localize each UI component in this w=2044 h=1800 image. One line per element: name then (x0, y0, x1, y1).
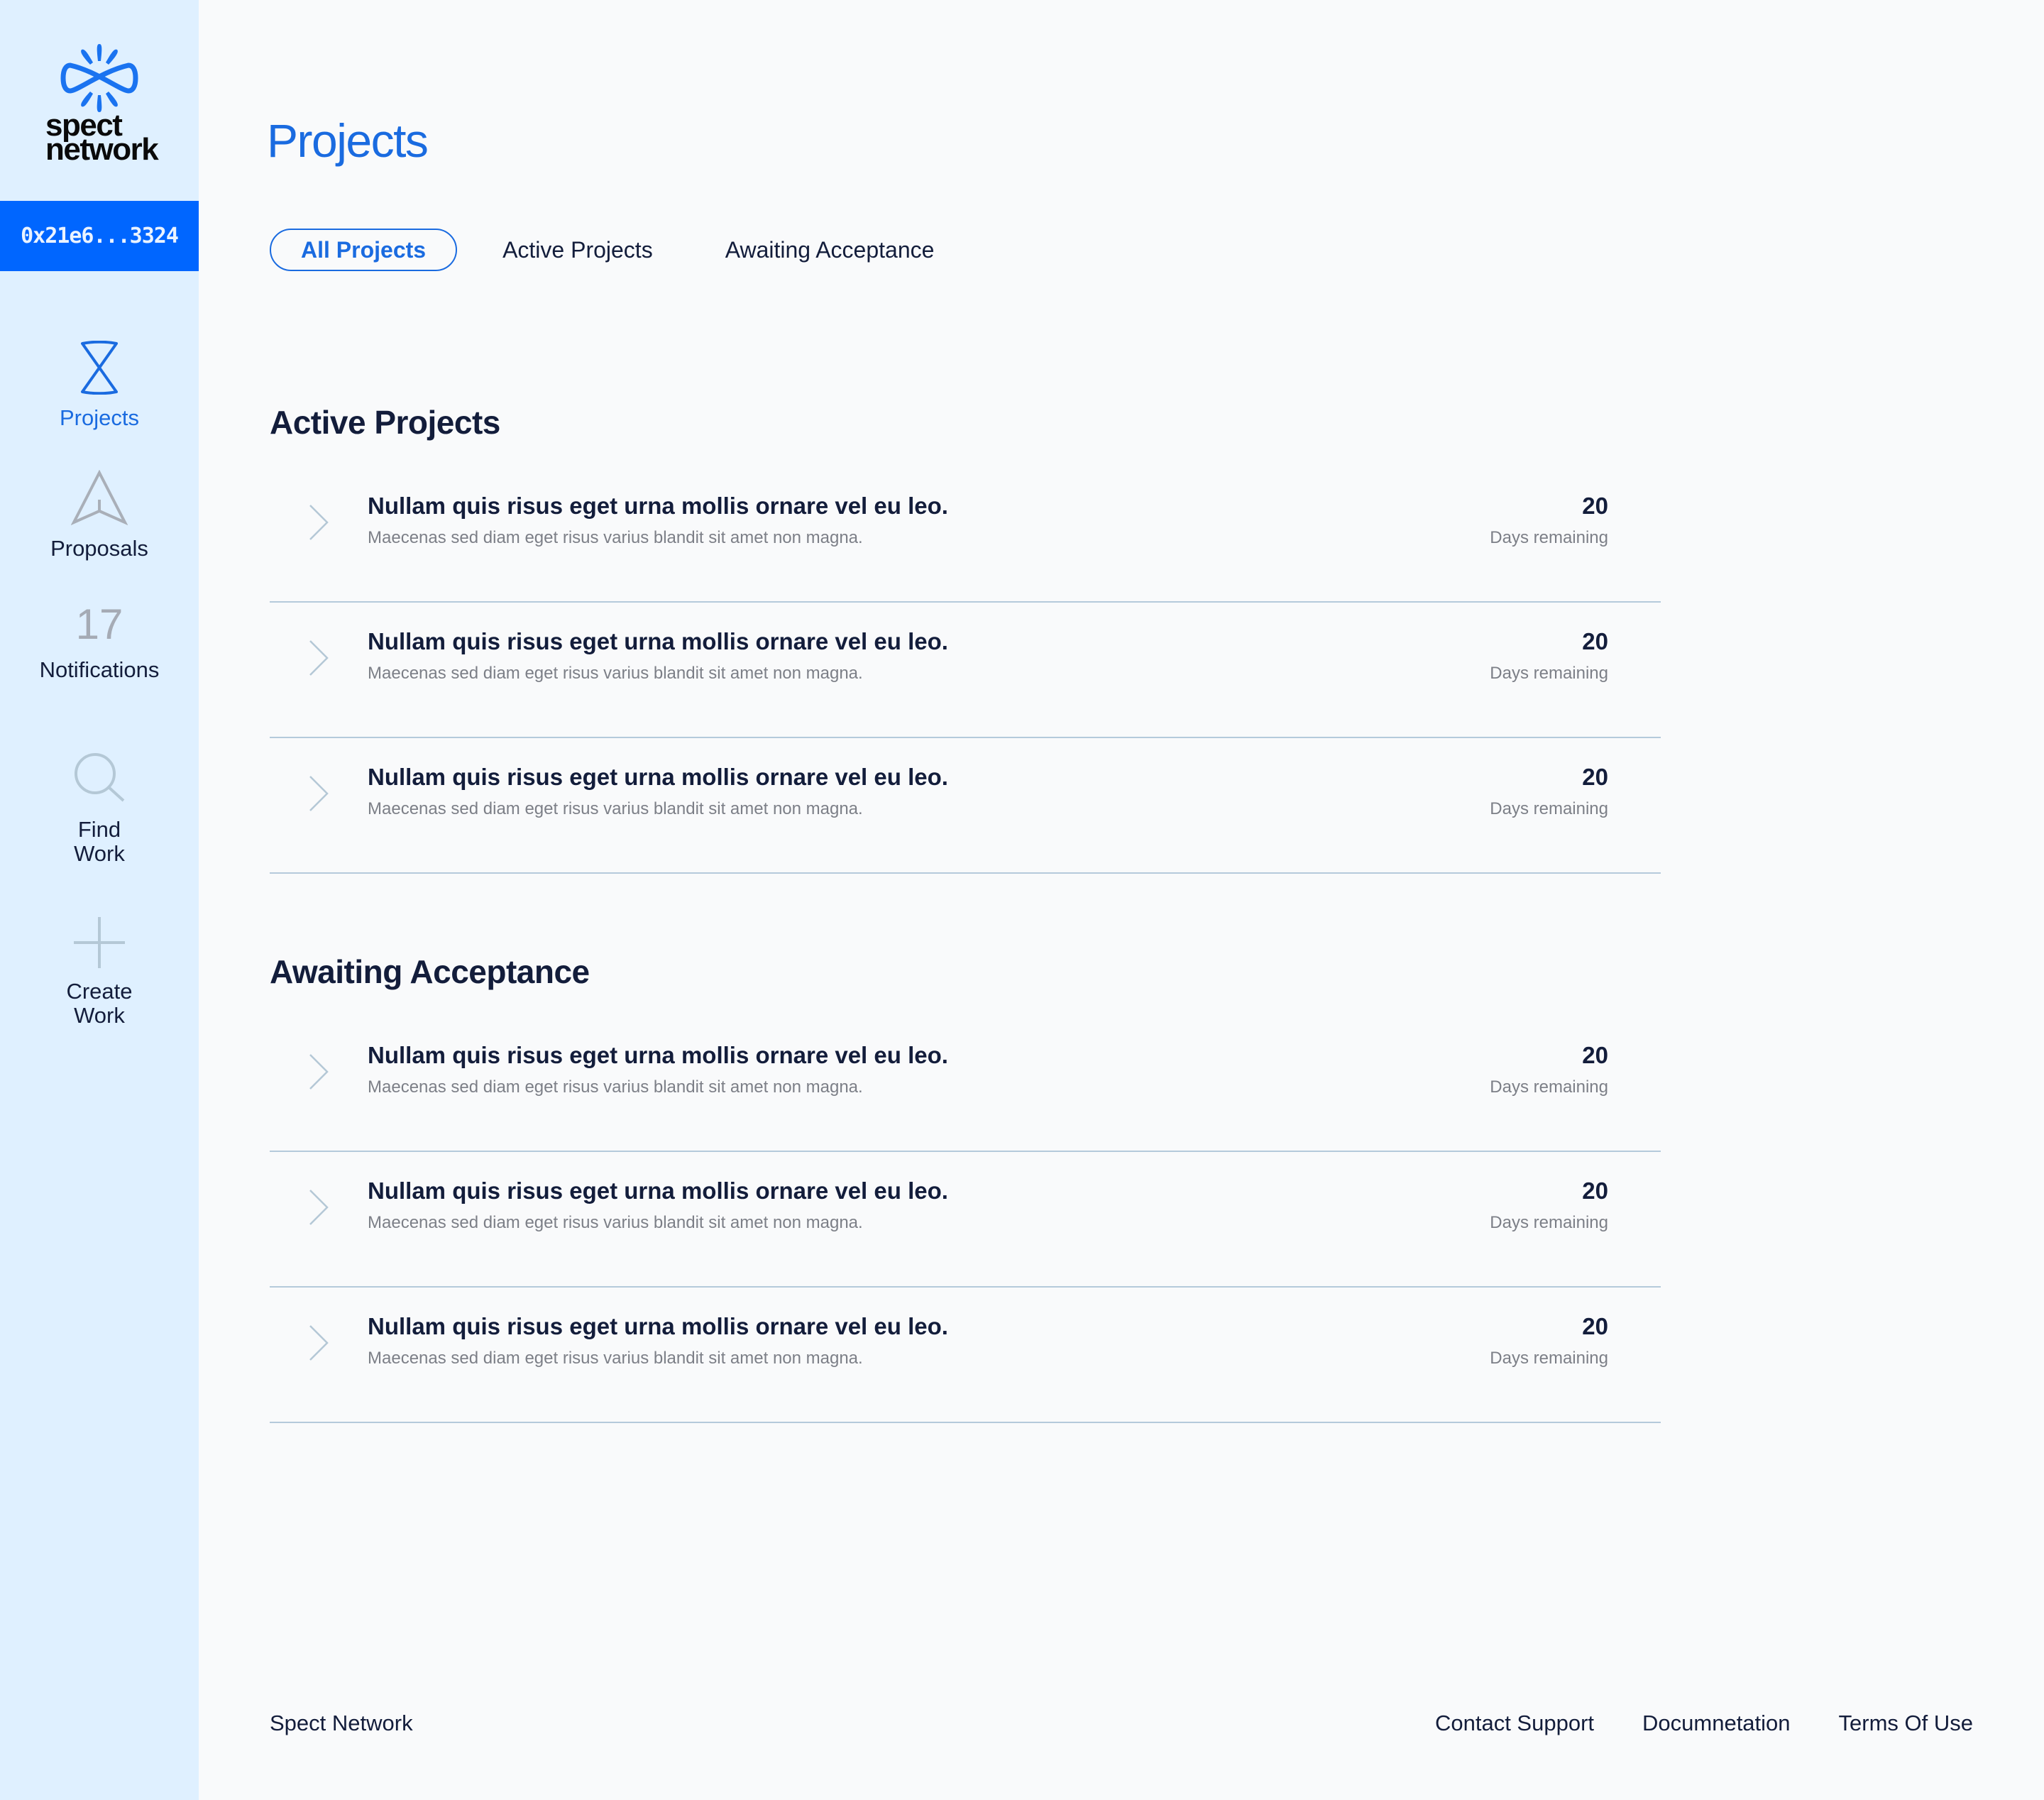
chevron-right-icon (309, 1325, 329, 1361)
tab-awaiting-acceptance[interactable]: Awaiting Acceptance (725, 229, 935, 271)
logo-wordmark: spect network (45, 110, 159, 167)
footer-link-contact-support[interactable]: Contact Support (1435, 1711, 1594, 1736)
project-description: Maecenas sed diam eget risus varius blan… (368, 1213, 863, 1232)
sidebar-item-proposals[interactable]: Proposals (0, 470, 199, 561)
paper-plane-icon (71, 470, 128, 525)
footer-links: Contact Support Documnetation Terms Of U… (1387, 1711, 1973, 1736)
sidebar-item-notifications[interactable]: 17 Notifications (0, 600, 199, 682)
days-remaining-count: 20 (1582, 1178, 1608, 1204)
footer-brand: Spect Network (270, 1711, 413, 1735)
project-row[interactable]: Nullam quis risus eget urna mollis ornar… (270, 738, 1661, 874)
project-description: Maecenas sed diam eget risus varius blan… (368, 1349, 863, 1368)
wallet-address-button[interactable]: 0x21e6...3324 (0, 201, 199, 271)
chevron-right-icon (309, 1054, 329, 1090)
project-row[interactable]: Nullam quis risus eget urna mollis ornar… (270, 1288, 1661, 1423)
project-title: Nullam quis risus eget urna mollis ornar… (368, 764, 948, 790)
section-heading-active-projects: Active Projects (270, 404, 500, 441)
sidebar-item-label: Find (77, 817, 121, 842)
sidebar-item-projects[interactable]: Projects (0, 341, 199, 430)
days-remaining-count: 20 (1582, 628, 1608, 654)
days-remaining-label: Days remaining (1490, 799, 1608, 818)
project-title: Nullam quis risus eget urna mollis ornar… (368, 1313, 948, 1339)
search-icon (75, 753, 125, 802)
section-heading-awaiting-acceptance: Awaiting Acceptance (270, 953, 590, 990)
chevron-right-icon (309, 776, 329, 811)
wallet-address: 0x21e6...3324 (21, 224, 179, 248)
sidebar-item-label: Work (74, 1003, 125, 1028)
days-remaining-label: Days remaining (1490, 664, 1608, 683)
page-title: Projects (267, 114, 429, 167)
logo-text-line2: network (45, 132, 159, 167)
project-description: Maecenas sed diam eget risus varius blan… (368, 1077, 863, 1097)
notification-count-badge: 17 (75, 600, 123, 648)
days-remaining-count: 20 (1582, 1313, 1608, 1339)
sidebar-item-label: Create (66, 979, 133, 1004)
days-remaining-count: 20 (1582, 1042, 1608, 1068)
tab-active-projects[interactable]: Active Projects (502, 229, 653, 271)
project-row[interactable]: Nullam quis risus eget urna mollis ornar… (270, 1152, 1661, 1288)
tab-all-projects[interactable]: All Projects (270, 229, 458, 271)
hourglass-icon (81, 341, 118, 395)
days-remaining-count: 20 (1582, 493, 1608, 519)
days-remaining-count: 20 (1582, 764, 1608, 790)
project-row[interactable]: Nullam quis risus eget urna mollis ornar… (270, 467, 1661, 603)
plus-icon (74, 917, 125, 968)
project-row[interactable]: Nullam quis risus eget urna mollis ornar… (270, 1016, 1661, 1152)
project-title: Nullam quis risus eget urna mollis ornar… (368, 1042, 948, 1068)
days-remaining-label: Days remaining (1490, 1349, 1608, 1368)
sidebar: spect network 0x21e6...3324 Projects Pro… (0, 0, 199, 1800)
sidebar-item-label: Notifications (39, 657, 160, 682)
project-title: Nullam quis risus eget urna mollis ornar… (368, 493, 948, 519)
project-description: Maecenas sed diam eget risus varius blan… (368, 799, 863, 818)
logo[interactable]: spect network (0, 44, 199, 165)
sidebar-item-find-work[interactable]: Find Work (0, 751, 199, 866)
project-description: Maecenas sed diam eget risus varius blan… (368, 528, 863, 547)
days-remaining-label: Days remaining (1490, 1213, 1608, 1232)
sidebar-item-label: Projects (60, 405, 139, 430)
spect-logo-icon (60, 44, 138, 112)
sidebar-item-label: Work (74, 841, 125, 866)
project-title: Nullam quis risus eget urna mollis ornar… (368, 628, 948, 654)
footer-link-terms-of-use[interactable]: Terms Of Use (1839, 1711, 1973, 1736)
sidebar-item-create-work[interactable]: Create Work (0, 916, 199, 1028)
project-row[interactable]: Nullam quis risus eget urna mollis ornar… (270, 603, 1661, 738)
project-tabs: All Projects Active Projects Awaiting Ac… (270, 229, 934, 271)
days-remaining-label: Days remaining (1490, 1077, 1608, 1097)
footer-link-documentation[interactable]: Documnetation (1642, 1711, 1791, 1736)
chevron-right-icon (309, 640, 329, 676)
chevron-right-icon (309, 1190, 329, 1225)
project-title: Nullam quis risus eget urna mollis ornar… (368, 1178, 948, 1204)
sidebar-item-label: Proposals (50, 536, 148, 561)
days-remaining-label: Days remaining (1490, 528, 1608, 547)
project-description: Maecenas sed diam eget risus varius blan… (368, 664, 863, 683)
chevron-right-icon (309, 505, 329, 540)
